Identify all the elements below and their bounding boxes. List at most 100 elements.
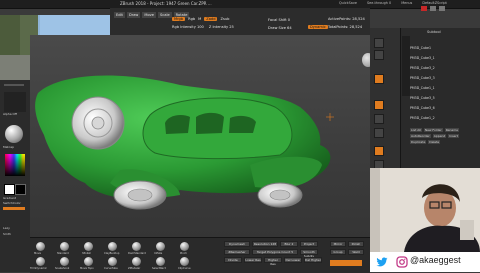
dynamic-button[interactable]: Dynamic [308, 25, 328, 29]
floor-button[interactable] [374, 74, 384, 84]
brush-inflate-icon[interactable] [156, 242, 165, 251]
persp-button[interactable] [374, 50, 384, 60]
z-intensity-slider[interactable]: Z Intensity 25 [209, 25, 234, 29]
brush-snakehook-icon[interactable] [60, 257, 69, 266]
append-button[interactable]: Append [432, 134, 447, 138]
alpha-thumbnail[interactable] [4, 92, 26, 112]
brush-zmodeler-icon[interactable] [132, 257, 141, 266]
zsub-button[interactable]: Zsub [220, 17, 229, 21]
instagram-icon [396, 256, 408, 268]
lower-res-button[interactable]: Lower Res [244, 257, 262, 263]
subtool-row[interactable]: PM3D_Cube1_1 [410, 86, 472, 92]
higher-res-button[interactable]: Higher Res [264, 257, 282, 266]
del-higher-button[interactable]: Del Higher [304, 257, 322, 263]
group-button[interactable]: Group [330, 249, 346, 255]
smooth-subdiv-button[interactable]: Smooth Subdiv [300, 249, 318, 258]
frame-button[interactable] [374, 100, 384, 110]
subtool-row[interactable]: PM3D_Cube1 [410, 46, 472, 52]
draw-size-slider[interactable]: Draw Size 64 [268, 25, 292, 30]
del-lower-button[interactable]: Del Lower [284, 257, 302, 263]
brush-move-icon[interactable] [36, 242, 45, 251]
dynamesh-button[interactable]: Dynamesh [224, 241, 250, 247]
rgb-button[interactable]: Rgb [188, 17, 195, 21]
brush-damstandard-icon[interactable] [132, 242, 141, 251]
brush-clipcurve-icon[interactable] [180, 257, 189, 266]
brush-curvetube-icon[interactable] [108, 257, 117, 266]
zoom-view-button[interactable] [374, 128, 384, 138]
color-picker[interactable] [5, 154, 25, 176]
bpr-button[interactable] [374, 38, 384, 48]
del-lower-label: Del Lower [285, 258, 301, 262]
subtool-row[interactable]: PM3D_Cube1_2 [410, 116, 472, 122]
move-button[interactable]: Move [142, 12, 156, 18]
secondary-color-swatch[interactable] [15, 184, 26, 195]
draw-button[interactable]: Draw [126, 12, 141, 18]
target-polygons-slider[interactable]: Target Polygons Count 5 [252, 249, 298, 255]
tool-icon[interactable] [430, 6, 436, 11]
zremesher-button[interactable]: ZRemesher [224, 249, 250, 255]
auto-reorder-button[interactable]: AutoReorder [410, 134, 431, 138]
resolution-label: Resolution 128 [253, 242, 277, 246]
brush-trimdynamic-icon[interactable] [36, 257, 45, 266]
polish-button[interactable]: Polish [348, 241, 364, 247]
app-title: ZBrush 2018 - Project: 1947 Green Car.ZP… [120, 1, 212, 6]
brush-standard-icon[interactable] [60, 242, 69, 251]
alternate-button[interactable] [3, 207, 25, 210]
brush-slider[interactable] [4, 84, 24, 86]
insert-button[interactable]: Insert [448, 134, 459, 138]
mirror-button[interactable]: Mirror [330, 241, 346, 247]
smooth-label: Smth [3, 232, 11, 236]
polyf-button[interactable] [374, 146, 384, 156]
brush-label: Snakehook [55, 267, 70, 270]
brush-label: ZModeler [128, 267, 141, 270]
divide-button[interactable]: Divide [224, 257, 242, 263]
zadd-button[interactable]: Zadd [204, 17, 218, 21]
switch-color-button[interactable]: SwitchColor [3, 201, 21, 205]
subtool-row[interactable]: PM3D_Cube3_6 [410, 106, 472, 112]
viewport-canvas[interactable] [30, 35, 374, 237]
brush-claybuildup-icon[interactable] [108, 242, 117, 251]
subtool-row[interactable]: PM3D_Cube3_2 [410, 66, 472, 72]
bottom-shelf: Move Standard hPolish ClayBuildup DamSta… [30, 237, 370, 273]
list-all-button[interactable]: List All [410, 128, 422, 132]
duplicate-button[interactable]: Duplicate [410, 140, 427, 144]
quicksave-button[interactable]: QuickSave [339, 1, 357, 5]
brush-label: SelectRect [152, 267, 166, 270]
project-button[interactable]: Project [300, 241, 318, 247]
blur-slider[interactable]: Blur 2 [280, 241, 298, 247]
top-right-icon-row [421, 6, 461, 12]
m-button[interactable]: M [198, 17, 201, 21]
edit-button[interactable]: Edit [114, 12, 125, 18]
brush-pinch-icon[interactable] [180, 242, 189, 251]
brush-label: hPolish [82, 252, 92, 255]
see-through-slider[interactable]: See-through 0 [367, 1, 391, 5]
matcap-ball[interactable] [5, 125, 23, 143]
focal-shift-slider[interactable]: Focal Shift 0 [268, 17, 290, 22]
subtool-row[interactable]: PM3D_Cube3_3 [410, 76, 472, 82]
higher-res-label: Higher Res [268, 258, 278, 266]
brush-movetopo-icon[interactable] [84, 257, 93, 266]
active-bottom-button[interactable] [330, 260, 362, 266]
resolution-slider[interactable]: Resolution 128 [252, 241, 278, 247]
lower-res-label: Lower Res [245, 258, 261, 262]
delete-button[interactable]: Delete [428, 140, 441, 144]
move-view-button[interactable] [374, 114, 384, 124]
scale-button[interactable]: Scale [158, 12, 172, 18]
rename-button[interactable]: Rename [444, 128, 460, 132]
color-picker-shade [5, 154, 25, 176]
weld-button[interactable]: Weld [348, 249, 364, 255]
brush-hpolish-icon[interactable] [84, 242, 93, 251]
subtool-scrollbar[interactable] [402, 36, 410, 96]
subtool-row[interactable]: PM3D_Cube3_1 [410, 56, 472, 62]
default-zscript-button[interactable]: DefaultZScript [422, 1, 447, 5]
brush-label: TrimDynamic [30, 267, 47, 270]
menus-button[interactable]: Menus [401, 1, 412, 5]
record-icon[interactable] [421, 6, 427, 11]
new-folder-button[interactable]: New Folder [423, 128, 443, 132]
subtool-row[interactable]: PM3D_Cube3_5 [410, 96, 472, 102]
layer-icon[interactable] [439, 6, 445, 11]
mrgb-button[interactable]: Mrgb [172, 17, 186, 21]
rgb-intensity-slider[interactable]: Rgb Intensity 100 [172, 25, 204, 29]
main-color-swatch[interactable] [4, 184, 15, 195]
brush-selectrect-icon[interactable] [156, 257, 165, 266]
